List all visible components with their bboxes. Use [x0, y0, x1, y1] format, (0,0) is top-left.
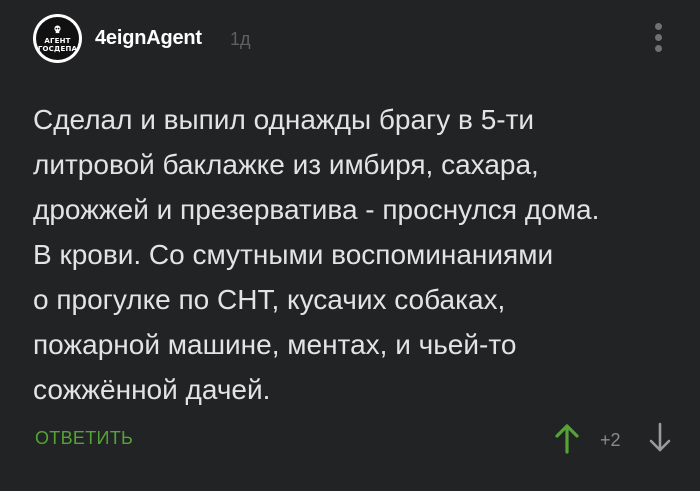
arrow-up-icon[interactable]: [554, 422, 580, 454]
more-vertical-icon[interactable]: [648, 20, 670, 56]
reply-button[interactable]: ОТВЕТИТЬ: [35, 428, 133, 449]
avatar-text-line2: ГОСДЕПА: [37, 44, 78, 53]
comment-time: 1д: [230, 29, 251, 49]
author-avatar[interactable]: АГЕНТ ГОСДЕПА: [33, 14, 82, 63]
comment-text: Сделал и выпил однажды брагу в 5-ти литр…: [33, 104, 600, 405]
comment: АГЕНТ ГОСДЕПА 4eignAgent 1д Сделал и вып…: [0, 0, 700, 491]
avatar-badge: АГЕНТ ГОСДЕПА: [36, 17, 79, 60]
comment-rating: +2: [600, 430, 621, 450]
avatar-text-line1: АГЕНТ: [44, 36, 71, 45]
arrow-down-icon[interactable]: [647, 422, 673, 454]
skull-icon: [53, 25, 62, 36]
author-username[interactable]: 4eignAgent: [95, 27, 202, 50]
